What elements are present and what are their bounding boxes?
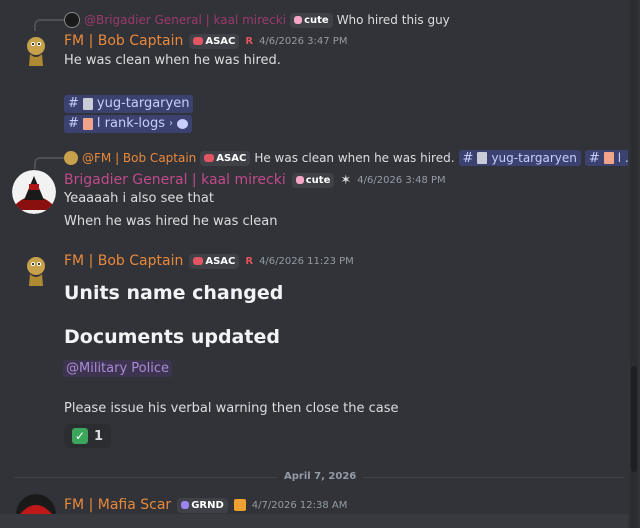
reply-avatar-icon (64, 151, 78, 165)
reply-text[interactable]: He was clean when he was hired. (254, 151, 454, 165)
message-heading: Documents updated (64, 326, 280, 348)
channel-link-row: # yug-targaryen (64, 92, 194, 113)
avatar[interactable] (12, 170, 56, 214)
author-name[interactable]: FM | Bob Captain (64, 33, 183, 49)
message-list: @Brigadier General | kaal mirecki cute W… (0, 0, 628, 528)
chevron-right-icon: › (169, 118, 174, 129)
star-icon: ✶ (340, 172, 352, 188)
channel-name: yug-targaryen (96, 96, 190, 111)
check-mark-icon: ✓ (72, 428, 88, 444)
author-name[interactable]: FM | Bob Captain (64, 253, 183, 269)
cute-heart-icon (295, 176, 304, 184)
role-tag-cute: cute (290, 12, 333, 28)
role-tag-cute: cute (291, 172, 335, 188)
message-text: Please issue his verbal warning then clo… (64, 401, 399, 416)
channel-name: yug-targaryen (491, 151, 577, 165)
timestamp[interactable]: 4/6/2026 3:48 PM (357, 175, 445, 186)
rank-logs-icon (603, 152, 614, 164)
grnd-tag-icon (181, 501, 190, 509)
channel-link[interactable]: # l ... (584, 150, 628, 166)
reply-text[interactable]: Who hired this guy (337, 13, 450, 27)
timestamp[interactable]: 4/6/2026 3:47 PM (259, 36, 347, 47)
document-icon (477, 152, 488, 164)
message-text: He was clean when he was hired. (64, 53, 281, 68)
message-text: When he was hired he was clean (64, 214, 278, 229)
scrollbar-thumb[interactable] (631, 366, 637, 472)
channel-name: l rank-logs (96, 116, 166, 131)
avatar[interactable] (16, 32, 56, 72)
tag-label: cute (304, 14, 329, 26)
reply-connector (34, 19, 64, 31)
tag-label: cute (305, 174, 331, 186)
thread-bubble-icon (177, 118, 189, 129)
hash-icon: # (68, 116, 79, 131)
role-tag-grnd: GRND (177, 497, 228, 513)
message-header: FM | Mafia Scar GRND 4/7/2026 12:38 AM (64, 497, 347, 513)
asac-tag-icon (193, 37, 204, 45)
author-name[interactable]: Brigadier General | kaal mirecki (64, 172, 286, 188)
date-divider-label: April 7, 2026 (278, 471, 363, 482)
bottom-bar (0, 514, 628, 528)
author-name[interactable]: FM | Mafia Scar (64, 497, 171, 513)
tag-label: ASAC (205, 255, 236, 267)
reply-preview[interactable]: @FM | Bob Captain ASAC He was clean when… (64, 150, 628, 166)
document-icon (82, 97, 93, 110)
hash-icon: # (462, 150, 474, 166)
message-header: Brigadier General | kaal mirecki cute ✶ … (64, 172, 446, 188)
tag-label: ASAC (216, 152, 247, 164)
reply-author[interactable]: @Brigadier General | kaal mirecki (84, 13, 286, 27)
reply-preview[interactable]: @Brigadier General | kaal mirecki cute W… (64, 12, 450, 28)
cute-heart-icon (294, 16, 303, 24)
rank-badge: R (245, 35, 254, 47)
tag-label: GRND (191, 499, 224, 511)
timestamp[interactable]: 4/6/2026 11:23 PM (259, 256, 354, 267)
message-header: FM | Bob Captain ASAC R 4/6/2026 11:23 P… (64, 253, 354, 269)
reply-author[interactable]: @FM | Bob Captain (82, 151, 196, 165)
rank-badge: R (245, 255, 254, 267)
channel-name: l ... (617, 151, 628, 165)
role-tag-asac: ASAC (189, 33, 240, 49)
lock-icon (233, 499, 246, 511)
asac-tag-icon (204, 154, 215, 162)
tag-label: ASAC (205, 35, 236, 47)
role-mention[interactable]: @Military Police (63, 360, 172, 377)
message-text: Yeaaaah i also see that (64, 191, 214, 206)
reaction-button[interactable]: ✓ 1 (64, 424, 112, 448)
role-tag-asac: ASAC (200, 150, 251, 166)
reaction-count: 1 (94, 428, 104, 444)
avatar[interactable] (16, 252, 56, 292)
asac-tag-icon (193, 257, 204, 265)
reply-avatar-icon (64, 12, 80, 28)
channel-link[interactable]: # l rank-logs › (64, 114, 193, 133)
message-header: FM | Bob Captain ASAC R 4/6/2026 3:47 PM (64, 33, 347, 49)
message-heading: Units name changed (64, 282, 284, 304)
role-tag-asac: ASAC (189, 253, 240, 269)
rank-logs-icon (82, 117, 93, 130)
reply-connector (34, 157, 64, 169)
timestamp[interactable]: 4/7/2026 12:38 AM (252, 500, 348, 511)
channel-link[interactable]: # yug-targaryen (64, 94, 194, 113)
hash-icon: # (588, 150, 600, 166)
channel-link[interactable]: # yug-targaryen (458, 150, 581, 166)
channel-link-row: # l rank-logs › (64, 112, 193, 133)
hash-icon: # (68, 96, 79, 111)
